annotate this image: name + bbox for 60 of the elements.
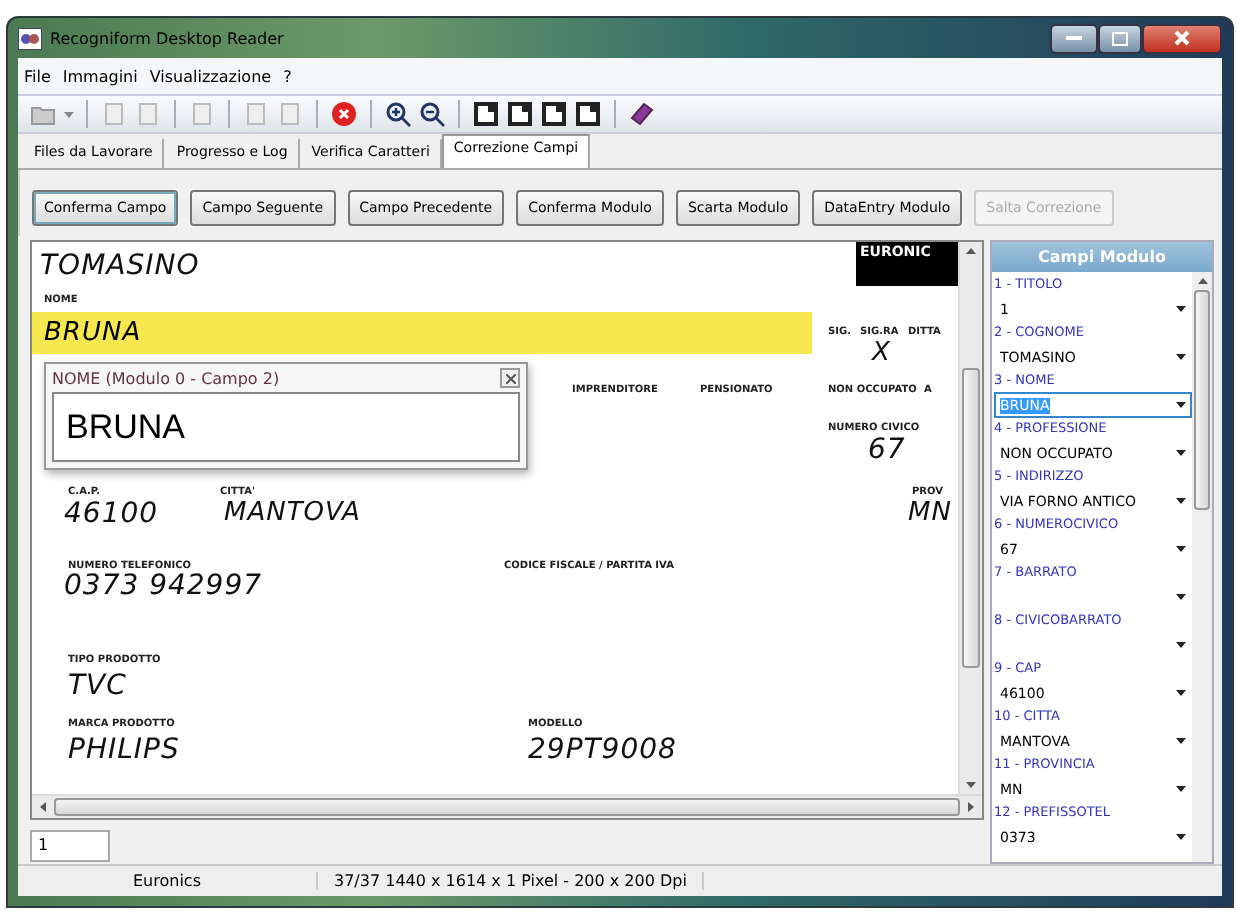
menu-item[interactable]: Immagini <box>62 67 138 85</box>
highlighted-field: BRUNA <box>32 312 812 354</box>
dropdown-arrow-icon <box>1176 594 1186 600</box>
scroll-arrow-icon[interactable] <box>966 780 976 790</box>
popup-title: NOME (Modulo 0 - Campo 2) <box>52 369 280 387</box>
handwritten-text: MN <box>908 498 952 528</box>
scroll-arrow-icon[interactable] <box>966 802 976 812</box>
handwritten-text: X <box>872 338 891 368</box>
dropdown-arrow-icon <box>1176 738 1186 744</box>
stop-icon[interactable] <box>330 100 358 128</box>
menu-item[interactable]: File <box>24 67 51 85</box>
maximize-icon <box>1112 31 1128 45</box>
book-icon[interactable] <box>628 100 656 128</box>
dropdown-arrow-icon <box>1176 450 1186 456</box>
scroll-arrow-icon[interactable] <box>966 246 976 256</box>
zoom-in-icon[interactable] <box>384 100 412 128</box>
scroll-arrow-icon[interactable] <box>1197 276 1207 286</box>
close-button[interactable] <box>1142 23 1222 53</box>
status-text: Euronics <box>18 872 318 890</box>
scroll-arrow-icon[interactable] <box>38 802 48 812</box>
page-icon[interactable] <box>574 100 602 128</box>
dropdown-arrow-icon <box>1176 498 1186 504</box>
panel-title: Campi Modulo <box>992 242 1212 272</box>
input-field[interactable]: BRUNA <box>52 392 520 462</box>
menu-item[interactable]: Visualizzazione <box>149 67 272 85</box>
handwritten-text: PHILIPS <box>68 734 180 766</box>
handwritten-text: 46100 <box>64 498 159 530</box>
page-icon[interactable] <box>506 100 534 128</box>
minimize-button[interactable] <box>1050 23 1098 53</box>
menu-item[interactable]: ? <box>283 67 292 85</box>
dropdown-arrow-icon <box>1176 354 1186 360</box>
scrollbar[interactable] <box>32 794 982 818</box>
app-logo-icon <box>18 27 42 49</box>
handwritten-text: MANTOVA <box>224 498 361 528</box>
handwritten-text: 67 <box>868 434 906 466</box>
dropdown-arrow-icon <box>1176 642 1186 648</box>
close-icon <box>505 373 515 383</box>
window-title: Recogniform Desktop Reader <box>50 29 286 47</box>
handwritten-text: TOMASINO <box>40 250 200 282</box>
dropdown-arrow-icon <box>1176 306 1186 312</box>
page-field[interactable]: 1 <box>30 829 110 861</box>
scrollbar[interactable] <box>958 242 982 794</box>
dropdown-arrow-icon[interactable] <box>64 111 74 117</box>
minimize-icon <box>1066 34 1082 42</box>
handwritten-text: TVC <box>68 670 127 702</box>
page-icon[interactable] <box>540 100 568 128</box>
scrollbar[interactable] <box>1192 272 1212 862</box>
dropdown-arrow-icon <box>1176 834 1186 840</box>
close-button[interactable] <box>500 368 520 388</box>
dropdown-arrow-icon <box>1176 690 1186 696</box>
close-icon <box>1174 30 1190 46</box>
handwritten-text: 29PT9008 <box>528 734 677 766</box>
dropdown-arrow-icon <box>1176 546 1186 552</box>
zoom-out-icon[interactable] <box>418 100 446 128</box>
page-icon[interactable] <box>472 100 500 128</box>
handwritten-text: 0373 942997 <box>64 570 263 602</box>
dropdown-arrow-icon <box>1176 402 1186 408</box>
dropdown-arrow-icon <box>1176 786 1186 792</box>
status-text: 37/37 1440 x 1614 x 1 Pixel - 200 x 200 Dpi <box>318 872 705 890</box>
maximize-button[interactable] <box>1098 23 1142 53</box>
